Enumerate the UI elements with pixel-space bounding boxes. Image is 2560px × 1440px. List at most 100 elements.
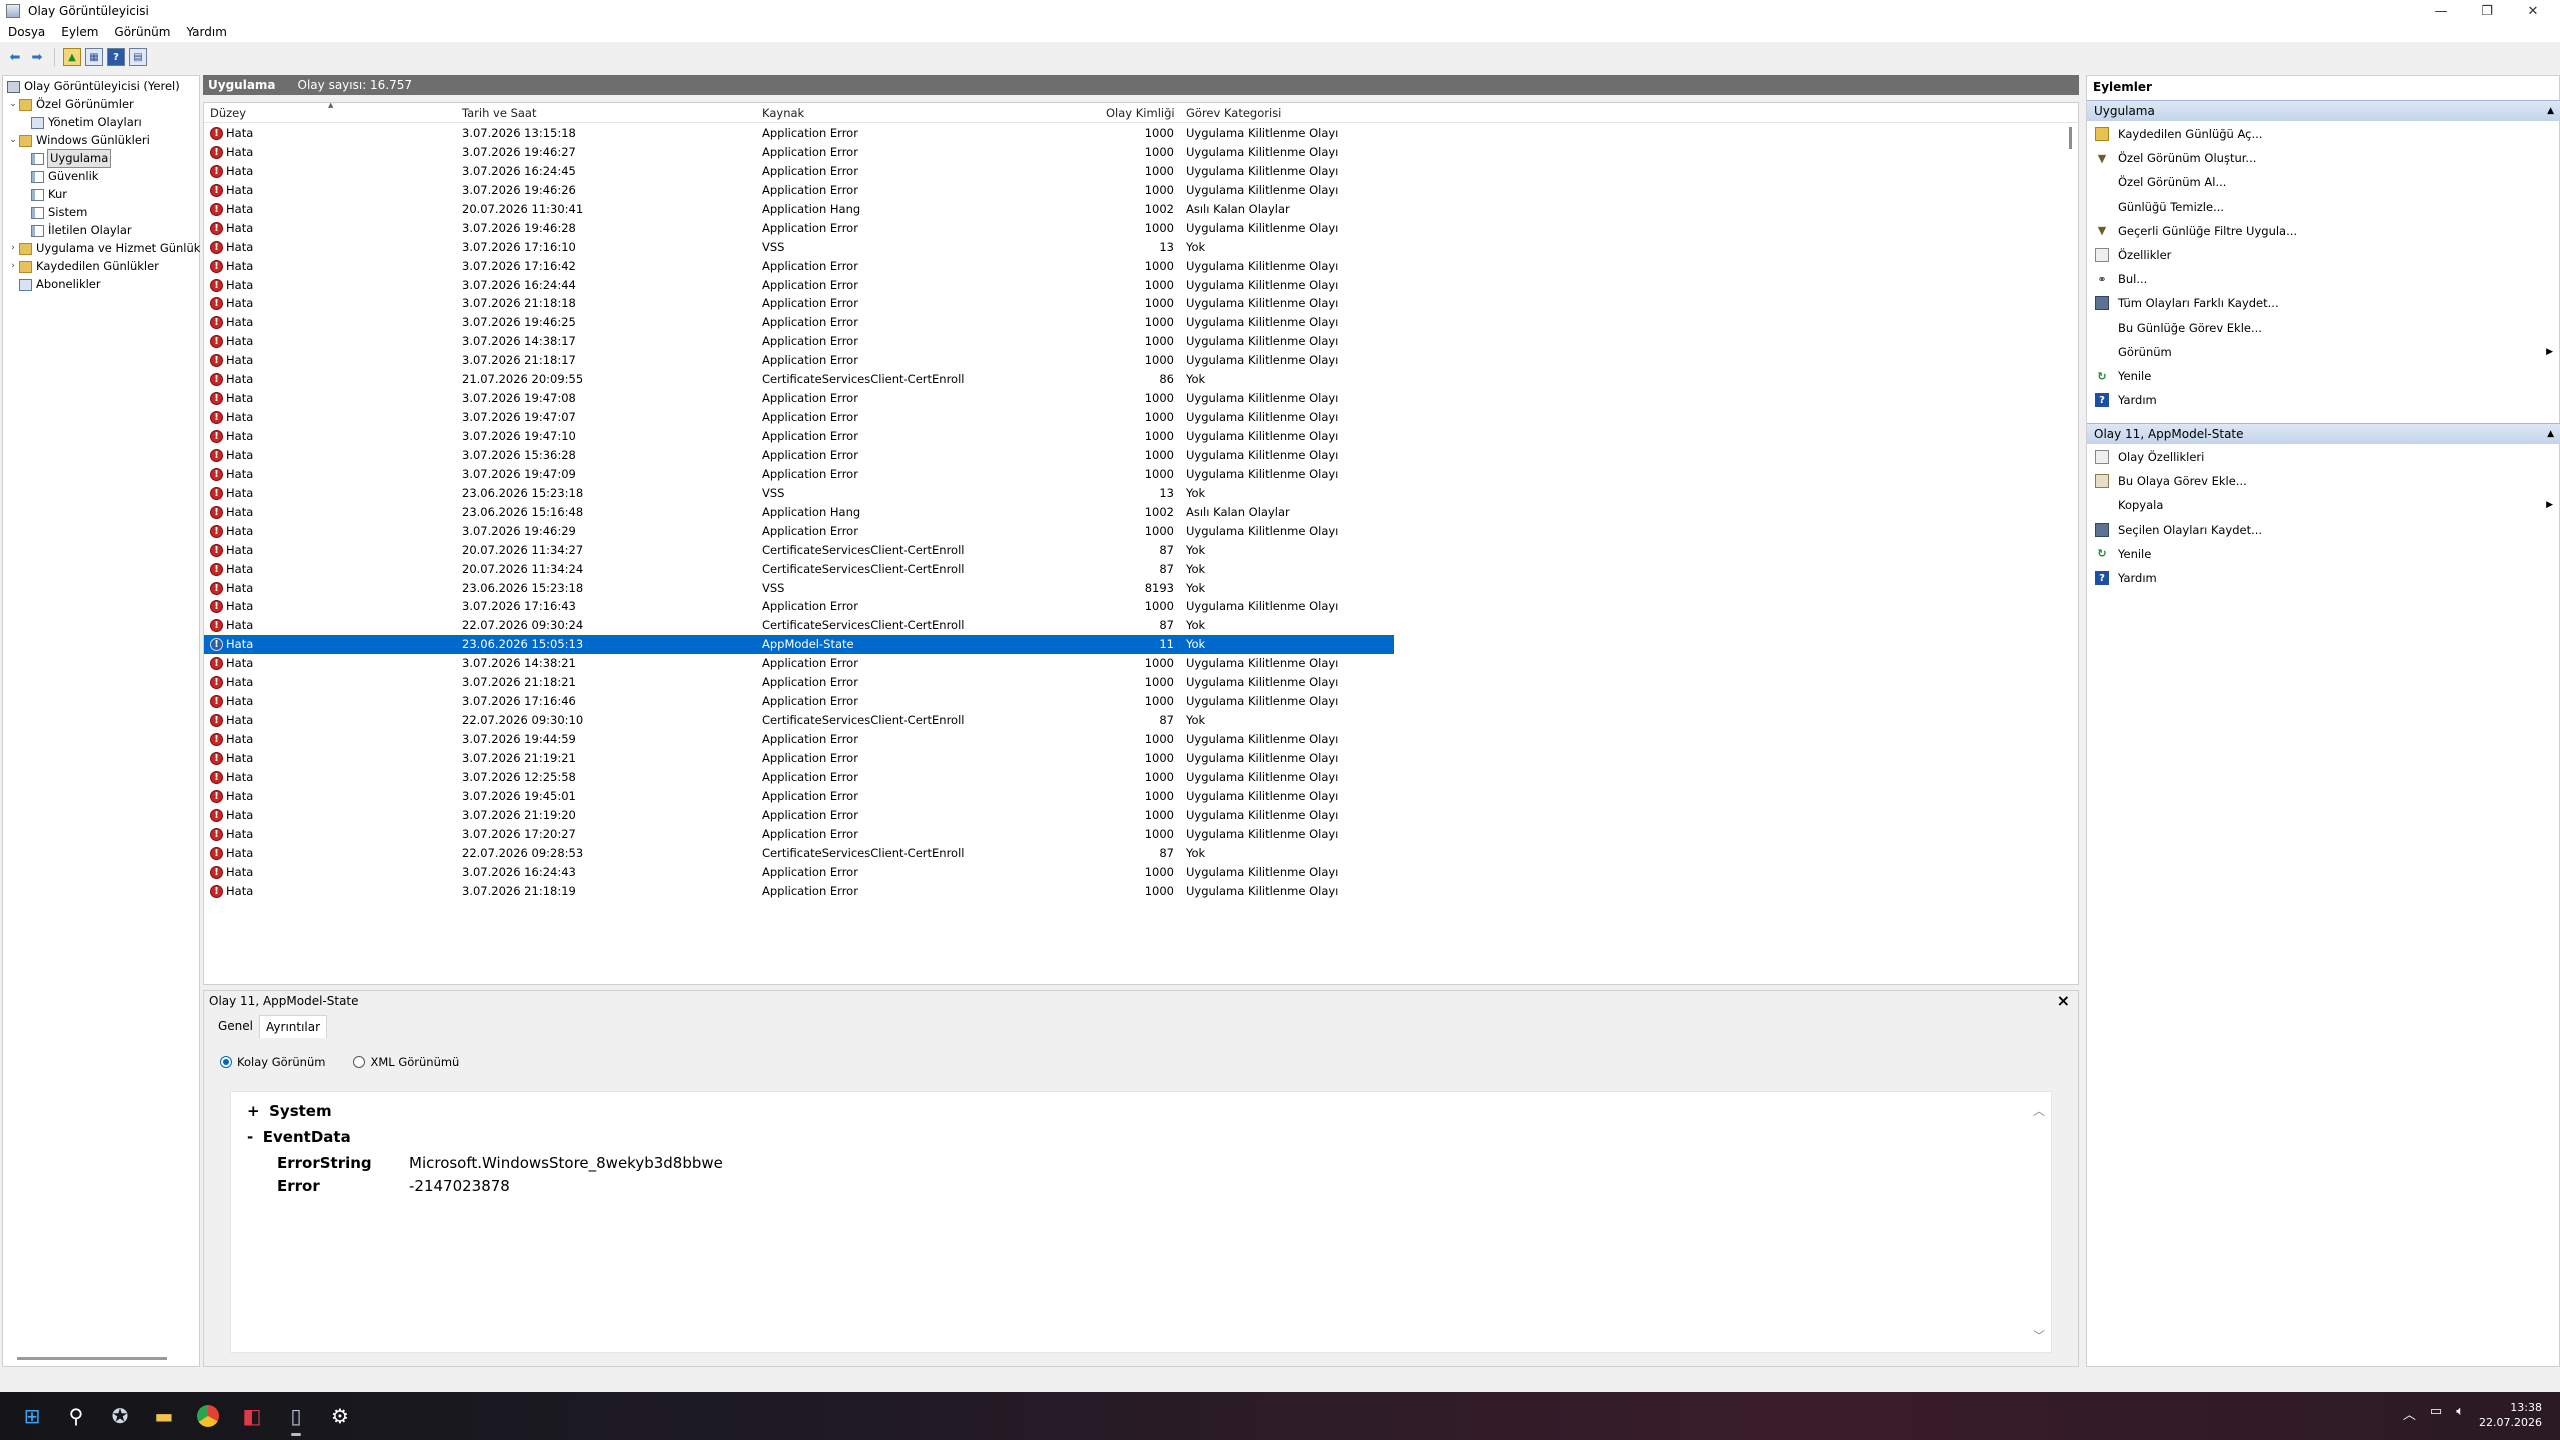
table-row[interactable]: ! Hata 3.07.2026 19:46:28 Application Error… bbox=[204, 219, 1394, 238]
tree-log-forwarded[interactable]: İletilen Olaylar bbox=[31, 222, 132, 239]
collapse-up-icon[interactable]: ▲ bbox=[2547, 424, 2554, 444]
table-row[interactable]: ! Hata 3.07.2026 19:47:08 Application Error… bbox=[204, 389, 1394, 408]
table-row[interactable]: ! Hata 3.07.2026 19:47:07 Application Error… bbox=[204, 408, 1394, 427]
menu-action[interactable]: Eylem bbox=[53, 25, 106, 39]
table-row[interactable]: ! Hata 22.07.2026 09:30:10 CertificateServi… bbox=[204, 711, 1394, 730]
action-item[interactable]: ↻ Yenile bbox=[2087, 543, 2560, 565]
forward-arrow-icon[interactable]: ➡ bbox=[28, 48, 46, 66]
system-toggle[interactable]: + bbox=[247, 1102, 260, 1120]
table-row[interactable]: ! Hata 3.07.2026 15:36:28 Application Error… bbox=[204, 446, 1394, 465]
table-row[interactable]: ! Hata 3.07.2026 21:19:21 Application Error… bbox=[204, 749, 1394, 768]
column-header-level[interactable]: Düzey bbox=[210, 106, 246, 120]
eventdata-node[interactable]: - EventData bbox=[247, 1128, 351, 1146]
table-row[interactable]: ! Hata 3.07.2026 12:25:58 Application Error… bbox=[204, 768, 1394, 787]
action-item[interactable]: Kaydedilen Günlüğü Aç... bbox=[2087, 123, 2560, 145]
table-row[interactable]: ! Hata 3.07.2026 17:16:42 Application Error… bbox=[204, 257, 1394, 276]
steam-icon[interactable]: ✪ bbox=[104, 1400, 136, 1432]
table-row[interactable]: ! Hata 3.07.2026 14:38:21 Application Error… bbox=[204, 654, 1394, 673]
event-viewer-taskbar-icon[interactable]: ▯ bbox=[280, 1400, 312, 1436]
table-row[interactable]: ! Hata 23.06.2026 15:23:18 VSS 8193 Yok bbox=[204, 579, 1394, 598]
table-row[interactable]: ! Hata 22.07.2026 09:28:53 CertificateServi… bbox=[204, 844, 1394, 863]
close-detail-icon[interactable]: × bbox=[2057, 991, 2070, 1010]
table-row[interactable]: ! Hata 3.07.2026 16:24:43 Application Error… bbox=[204, 863, 1394, 882]
table-row[interactable]: ! Hata 3.07.2026 19:47:10 Application Error… bbox=[204, 427, 1394, 446]
table-row[interactable]: ! Hata 3.07.2026 21:18:18 Application Error… bbox=[204, 294, 1394, 313]
restore-button[interactable]: ❐ bbox=[2464, 0, 2510, 22]
table-row[interactable]: ! Hata 23.06.2026 15:05:13 AppModel-State 11… bbox=[204, 634, 1395, 656]
chrome-icon[interactable] bbox=[192, 1400, 224, 1432]
minimize-button[interactable]: — bbox=[2418, 0, 2464, 22]
table-row[interactable]: ! Hata 3.07.2026 19:44:59 Application Error… bbox=[204, 730, 1394, 749]
system-node[interactable]: + System bbox=[247, 1102, 332, 1120]
table-row[interactable]: ! Hata 3.07.2026 21:18:17 Application Error… bbox=[204, 351, 1394, 370]
action-item[interactable]: Tüm Olayları Farklı Kaydet... bbox=[2087, 292, 2560, 314]
table-row[interactable]: ! Hata 3.07.2026 17:16:46 Application Error… bbox=[204, 692, 1394, 711]
table-row[interactable]: ! Hata 23.06.2026 15:23:18 VSS 13 Yok bbox=[204, 484, 1394, 503]
action-item[interactable]: ? Yardım bbox=[2087, 567, 2560, 589]
horizontal-scrollbar[interactable] bbox=[17, 1357, 167, 1360]
tree-saved-logs[interactable]: › Kaydedilen Günlükler bbox=[7, 258, 159, 275]
table-row[interactable]: ! Hata 3.07.2026 17:20:27 Application Error… bbox=[204, 825, 1394, 844]
show-hide-tree-icon[interactable]: ▦ bbox=[85, 48, 103, 66]
table-row[interactable]: ! Hata 3.07.2026 19:46:25 Application Error… bbox=[204, 313, 1394, 332]
tree-log-system[interactable]: Sistem bbox=[31, 204, 87, 221]
table-row[interactable]: ! Hata 23.06.2026 15:16:48 Application Hang… bbox=[204, 503, 1394, 522]
action-item[interactable]: Kopyala ▶ bbox=[2087, 494, 2560, 516]
collapse-up-icon[interactable]: ▲ bbox=[2547, 101, 2554, 121]
scroll-down-icon[interactable]: ﹀ bbox=[2033, 1327, 2045, 1344]
column-header-datetime[interactable]: Tarih ve Saat bbox=[462, 106, 536, 120]
action-item[interactable]: Özellikler bbox=[2087, 244, 2560, 266]
search-icon[interactable]: ⚲ bbox=[60, 1400, 92, 1432]
table-row[interactable]: ! Hata 20.07.2026 11:34:27 CertificateServi… bbox=[204, 541, 1394, 560]
show-hide-action-pane-icon[interactable]: ▤ bbox=[129, 48, 147, 66]
radio-selected-icon[interactable] bbox=[220, 1056, 232, 1068]
table-row[interactable]: ! Hata 3.07.2026 21:19:20 Application Error… bbox=[204, 806, 1394, 825]
table-row[interactable]: ! Hata 3.07.2026 19:46:27 Application Error… bbox=[204, 143, 1394, 162]
column-header-event-id[interactable]: Olay Kimliği bbox=[1106, 106, 1175, 120]
vertical-scrollbar-thumb[interactable] bbox=[2069, 127, 2072, 149]
action-item[interactable]: Bu Olaya Görev Ekle... bbox=[2087, 470, 2560, 492]
clock[interactable]: 13:38 22.07.2026 bbox=[2479, 1400, 2542, 1430]
column-header-source[interactable]: Kaynak bbox=[762, 106, 804, 120]
menu-help[interactable]: Yardım bbox=[178, 25, 234, 39]
table-row[interactable]: ! Hata 3.07.2026 21:18:19 Application Error… bbox=[204, 882, 1394, 901]
action-item[interactable]: Seçilen Olayları Kaydet... bbox=[2087, 519, 2560, 541]
table-row[interactable]: ! Hata 3.07.2026 21:18:21 Application Error… bbox=[204, 673, 1394, 692]
column-header-task-category[interactable]: Görev Kategorisi bbox=[1186, 106, 1281, 120]
tree-log-setup[interactable]: Kur bbox=[31, 186, 67, 203]
table-row[interactable]: ! Hata 21.07.2026 20:09:55 CertificateServi… bbox=[204, 370, 1394, 389]
close-window-button[interactable]: ✕ bbox=[2510, 0, 2556, 22]
action-item[interactable]: Özel Görünüm Al... bbox=[2087, 171, 2560, 193]
volume-icon[interactable]: 🔈︎ bbox=[2456, 1404, 2464, 1423]
tree-admin-events[interactable]: Yönetim Olayları bbox=[31, 114, 142, 131]
eventdata-toggle[interactable]: - bbox=[247, 1128, 253, 1146]
action-item[interactable]: Görünüm ▶ bbox=[2087, 341, 2560, 363]
table-row[interactable]: ! Hata 3.07.2026 19:46:26 Application Error… bbox=[204, 181, 1394, 200]
settings-gear-icon[interactable]: ⚙ bbox=[324, 1400, 356, 1432]
help-icon[interactable]: ? bbox=[107, 48, 125, 66]
table-row[interactable]: ! Hata 3.07.2026 19:46:29 Application Error… bbox=[204, 522, 1394, 541]
table-row[interactable]: ! Hata 3.07.2026 17:16:10 VSS 13 Yok bbox=[204, 238, 1394, 257]
collapse-icon[interactable]: ⌄ bbox=[7, 96, 19, 113]
expand-icon[interactable]: › bbox=[7, 258, 19, 275]
table-row[interactable]: ! Hata 3.07.2026 16:24:44 Application Error… bbox=[204, 276, 1394, 295]
actions-group-application[interactable]: Uygulama ▲ bbox=[2087, 100, 2560, 121]
action-item[interactable]: Bu Günlüğe Görev Ekle... bbox=[2087, 317, 2560, 339]
game-launcher-icon[interactable]: ◧ bbox=[236, 1400, 268, 1432]
xml-view-radio[interactable]: XML Görünümü bbox=[353, 1055, 459, 1069]
tab-details[interactable]: Ayrıntılar bbox=[259, 1015, 328, 1038]
action-item[interactable]: ⚭ Bul... bbox=[2087, 268, 2560, 290]
table-row[interactable]: ! Hata 20.07.2026 11:34:24 CertificateServi… bbox=[204, 560, 1394, 579]
radio-unselected-icon[interactable] bbox=[353, 1056, 366, 1068]
table-row[interactable]: ! Hata 22.07.2026 09:30:24 CertificateServi… bbox=[204, 616, 1394, 635]
network-icon[interactable]: ▭ bbox=[2430, 1404, 2442, 1423]
tab-general[interactable]: Genel bbox=[212, 1015, 259, 1038]
friendly-view-radio[interactable]: Kolay Görünüm bbox=[220, 1055, 325, 1069]
table-row[interactable]: ! Hata 3.07.2026 19:47:09 Application Error… bbox=[204, 465, 1394, 484]
action-item[interactable]: Günlüğü Temizle... bbox=[2087, 196, 2560, 218]
action-item[interactable]: ? Yardım bbox=[2087, 389, 2560, 411]
action-item[interactable]: ▼ Geçerli Günlüğe Filtre Uygula... bbox=[2087, 220, 2560, 242]
tree-root[interactable]: Olay Görüntüleyicisi (Yerel) bbox=[7, 78, 180, 95]
back-arrow-icon[interactable]: ⬅ bbox=[6, 48, 24, 66]
actions-group-event[interactable]: Olay 11, AppModel-State ▲ bbox=[2087, 423, 2560, 444]
